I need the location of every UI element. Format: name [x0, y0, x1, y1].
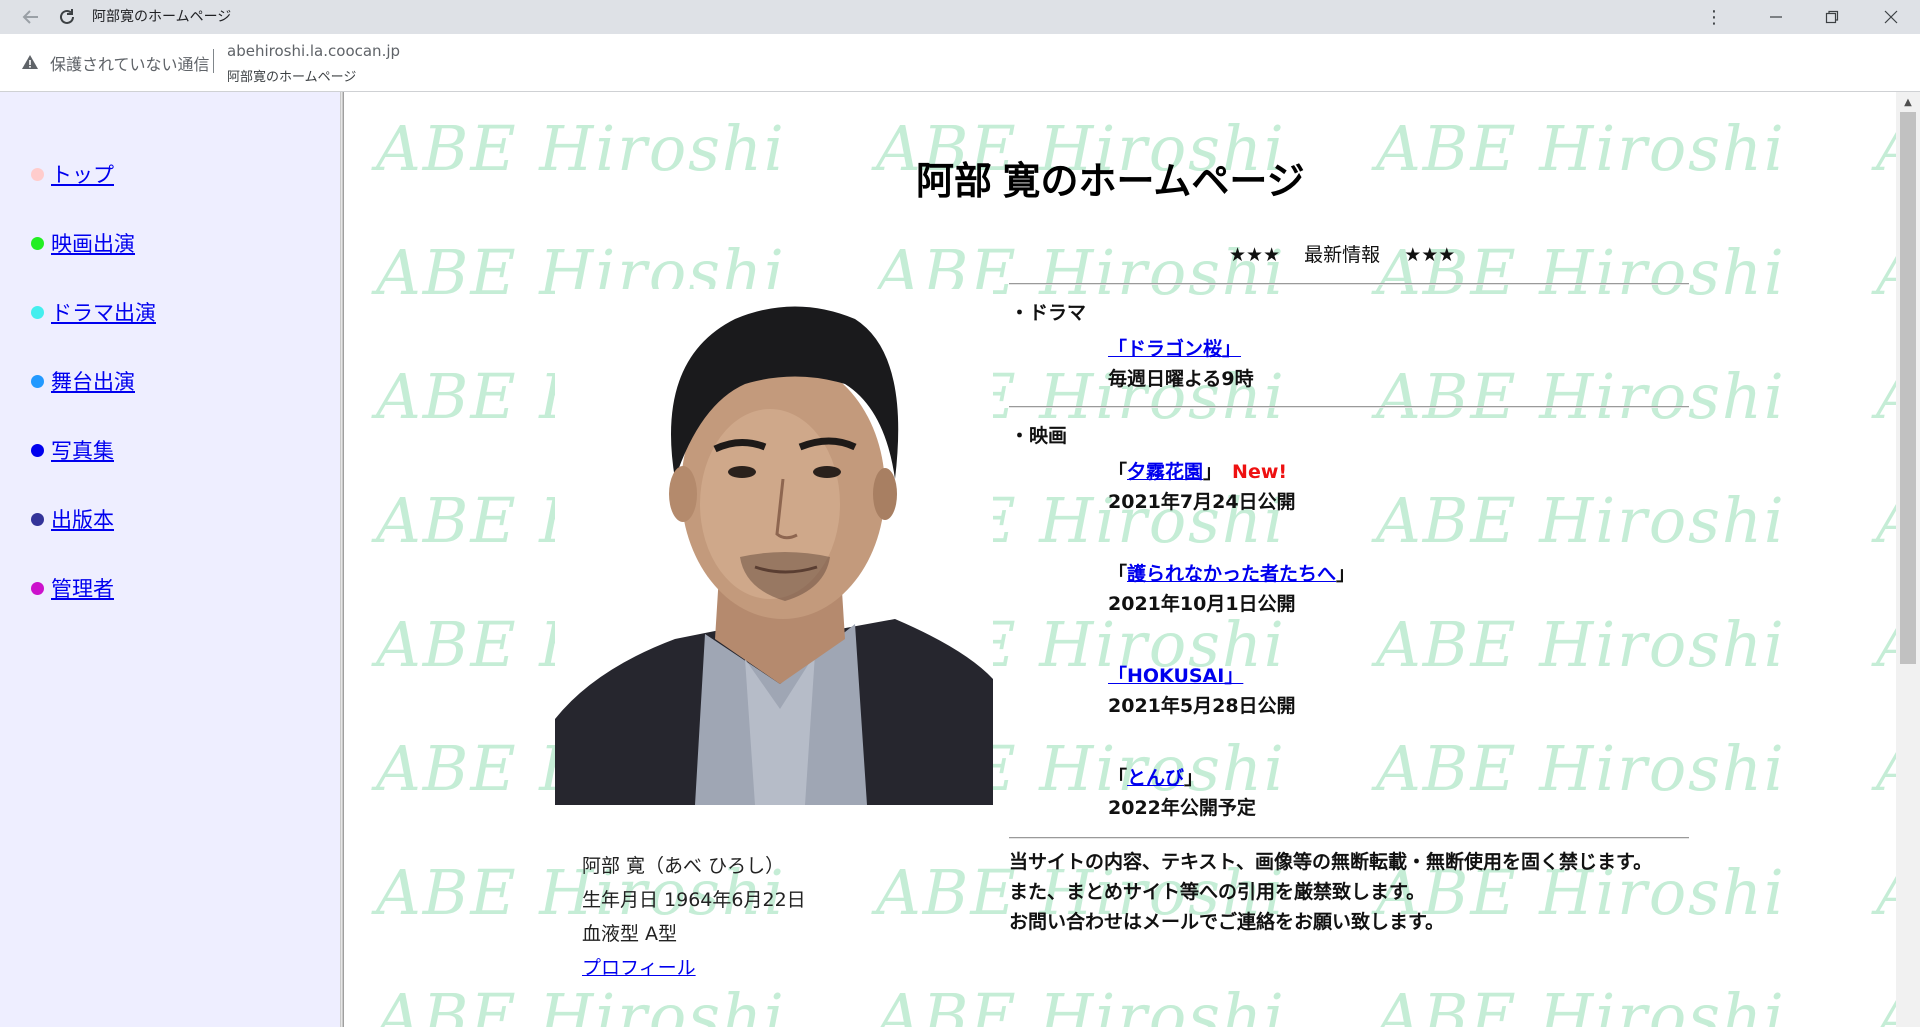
- notice-line: 当サイトの内容、テキスト、画像等の無断転載・無断使用を固く禁じます。: [1009, 851, 1653, 873]
- close-icon[interactable]: [1863, 0, 1919, 34]
- movie-link-tonbi[interactable]: とんび: [1127, 767, 1184, 789]
- nav-item-admin[interactable]: 管理者: [31, 573, 114, 603]
- nav-link-drama[interactable]: ドラマ出演: [51, 297, 156, 327]
- page-subtitle: 阿部寛のホームページ: [227, 70, 357, 85]
- scroll-up-arrow-icon[interactable]: ▲: [1896, 92, 1920, 112]
- movie-section-label: ・映画: [1010, 425, 1068, 447]
- drama-section-label: ・ドラマ: [1010, 302, 1087, 324]
- vertical-scrollbar[interactable]: ▲: [1896, 92, 1920, 1027]
- nav-frame: トップ 映画出演 ドラマ出演 舞台出演 写真集 出版本 管理者: [0, 92, 340, 1027]
- tab-title[interactable]: 阿部寛のホームページ: [92, 0, 231, 34]
- nav-link-books[interactable]: 出版本: [51, 504, 114, 534]
- movie-release-date: 2021年5月28日公開: [1108, 695, 1296, 717]
- profile-birthday: 生年月日 1964年6月22日: [582, 889, 806, 911]
- news-heading: ★★★ 最新情報 ★★★: [1229, 240, 1455, 267]
- divider-line: [1009, 837, 1689, 839]
- nav-item-photobook[interactable]: 写真集: [31, 435, 114, 465]
- kebab-menu-icon[interactable]: ⋮: [1686, 0, 1742, 34]
- address-bar[interactable]: 保護されていない通信 abehiroshi.la.coocan.jp 阿部寛のホ…: [0, 34, 1920, 92]
- movie-release-date: 2022年公開予定: [1108, 797, 1256, 819]
- movie-link-hokusai[interactable]: 「HOKUSAI」: [1108, 665, 1243, 687]
- profile-blood-type: 血液型 A型: [582, 923, 678, 945]
- bullet-dot-icon: [31, 167, 44, 181]
- warning-triangle-icon[interactable]: [20, 52, 42, 74]
- nav-link-admin[interactable]: 管理者: [51, 573, 114, 603]
- nav-link-photobook[interactable]: 写真集: [51, 435, 114, 465]
- bullet-dot-icon: [31, 305, 44, 319]
- nav-link-top[interactable]: トップ: [51, 159, 114, 189]
- browser-titlebar: 阿部寛のホームページ ⋮: [0, 0, 1920, 34]
- bullet-dot-icon: [31, 512, 44, 526]
- bracket-open: 「: [1108, 461, 1128, 483]
- movie-item: 「夕霧花園」 New!: [1108, 457, 1287, 484]
- movie-release-date: 2021年7月24日公開: [1108, 491, 1296, 513]
- stars-left: ★★★: [1229, 244, 1281, 266]
- nav-item-stage[interactable]: 舞台出演: [31, 366, 135, 396]
- copyright-notice: 当サイトの内容、テキスト、画像等の無断転載・無断使用を固く禁じます。 また、まと…: [1009, 847, 1652, 937]
- drama-link-dragon-zakura[interactable]: 「ドラゴン桜」: [1108, 338, 1241, 360]
- bracket-close: 」: [1184, 767, 1204, 789]
- movie-link-yugiri-kaen[interactable]: 夕霧花園: [1127, 461, 1203, 483]
- movie-item: 「護られなかった者たちへ」: [1108, 559, 1355, 586]
- security-status[interactable]: 保護されていない通信: [50, 51, 210, 75]
- bracket-open: 「: [1108, 563, 1128, 585]
- bracket-close: 」: [1336, 563, 1356, 585]
- notice-line: また、まとめサイト等への引用を厳禁致します。: [1009, 881, 1426, 903]
- nav-link-stage[interactable]: 舞台出演: [51, 366, 135, 396]
- new-badge: New!: [1232, 461, 1288, 483]
- movie-release-date: 2021年10月1日公開: [1108, 593, 1296, 615]
- drama-schedule: 毎週日曜よる9時: [1108, 368, 1254, 390]
- profile-link[interactable]: プロフィール: [582, 957, 696, 979]
- drama-item: 「ドラゴン桜」: [1108, 334, 1241, 361]
- nav-item-movies[interactable]: 映画出演: [31, 228, 135, 258]
- bullet-dot-icon: [31, 374, 44, 388]
- profile-name: 阿部 寛（あべ ひろし）: [582, 855, 785, 877]
- divider-line: [1009, 283, 1689, 285]
- bracket-open: 「: [1108, 767, 1128, 789]
- movie-link-mamorarenakatta[interactable]: 護られなかった者たちへ: [1127, 563, 1336, 585]
- bullet-dot-icon: [31, 581, 44, 595]
- profile-summary: 阿部 寛（あべ ひろし） 生年月日 1964年6月22日 血液型 A型 プロフィ…: [582, 849, 806, 985]
- watermark-row: ABE HiroshiABE HiroshiABE HiroshiABE Hir…: [376, 980, 1896, 1027]
- minimize-icon[interactable]: [1748, 0, 1804, 34]
- url-text[interactable]: abehiroshi.la.coocan.jp: [227, 42, 400, 60]
- bullet-dot-icon: [31, 236, 44, 250]
- page-title: 阿部 寛のホームページ: [916, 161, 1305, 203]
- restore-icon[interactable]: [1804, 0, 1860, 34]
- bullet-dot-icon: [31, 443, 44, 457]
- news-heading-label: 最新情報: [1304, 244, 1381, 266]
- back-arrow-icon[interactable]: [14, 0, 48, 34]
- nav-item-top[interactable]: トップ: [31, 159, 114, 189]
- content-frame: ABE Hiroshi ABE Hiroshi ABE Hiroshi ABE Hir…: [344, 92, 1896, 1027]
- scrollbar-thumb[interactable]: [1900, 112, 1916, 664]
- nav-item-books[interactable]: 出版本: [31, 504, 114, 534]
- nav-link-movies[interactable]: 映画出演: [51, 228, 135, 258]
- nav-item-drama[interactable]: ドラマ出演: [31, 297, 156, 327]
- movie-item: 「HOKUSAI」: [1108, 661, 1243, 688]
- notice-line: お問い合わせはメールでご連絡をお願い致します。: [1009, 911, 1445, 933]
- portrait-photo: [555, 289, 993, 805]
- stars-right: ★★★: [1404, 244, 1456, 266]
- address-separator: [213, 49, 214, 73]
- reload-icon[interactable]: [50, 0, 84, 34]
- divider-line: [1009, 406, 1689, 408]
- movie-item: 「とんび」: [1108, 763, 1203, 790]
- bracket-close: 」: [1203, 461, 1223, 483]
